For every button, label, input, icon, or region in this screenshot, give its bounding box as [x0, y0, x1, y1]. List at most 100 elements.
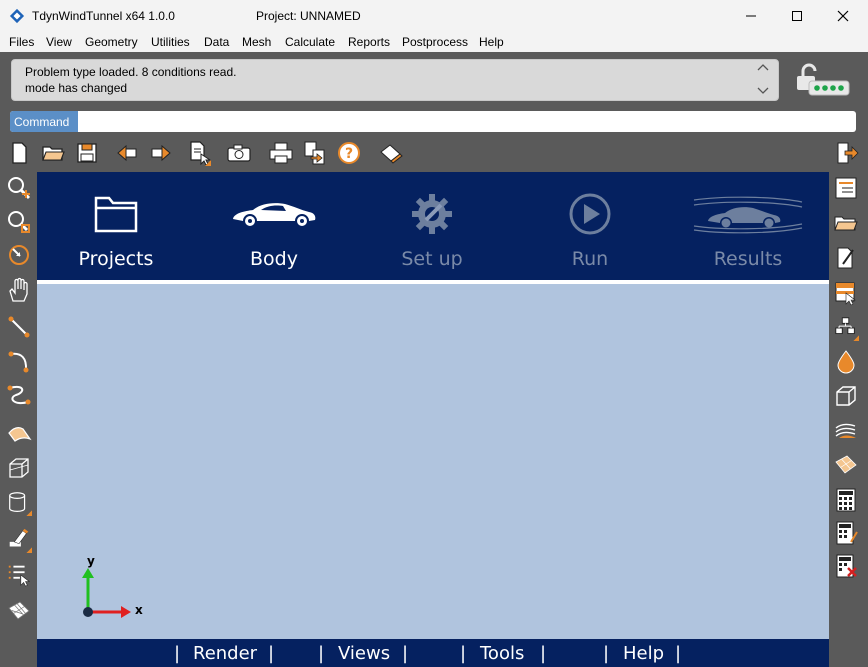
spline-tool-icon[interactable]: [6, 382, 32, 408]
print-icon[interactable]: [268, 140, 294, 166]
folder-browse-icon[interactable]: [833, 210, 859, 236]
axis-triad: y x: [82, 554, 143, 618]
tab-setup[interactable]: Set up: [353, 172, 511, 280]
layers-icon[interactable]: [833, 418, 859, 444]
help-icon[interactable]: ?: [336, 140, 362, 166]
eraser-icon[interactable]: [378, 140, 404, 166]
wizard-panel: Projects Body Set up Run Results: [37, 172, 829, 280]
tab-results[interactable]: Results: [669, 172, 827, 280]
line-tool-icon[interactable]: [6, 314, 32, 340]
camera-icon[interactable]: [226, 140, 252, 166]
app-logo-icon: [9, 8, 25, 24]
rotate-icon[interactable]: [6, 242, 32, 268]
list-select-icon[interactable]: [6, 562, 32, 588]
separator: |: [603, 643, 610, 664]
mesh-surface-icon[interactable]: [833, 452, 859, 478]
edit-tool-icon[interactable]: [6, 527, 32, 553]
command-label: Command: [10, 111, 78, 132]
open-folder-icon[interactable]: [40, 140, 66, 166]
tab-label: Run: [571, 248, 609, 270]
folder-icon: [94, 196, 138, 233]
separator: |: [402, 643, 409, 664]
menu-geometry[interactable]: Geometry: [85, 35, 138, 49]
title-bar: TdynWindTunnel x64 1.0.0 Project: UNNAME…: [0, 0, 868, 32]
project-title: Project: UNNAMED: [256, 9, 361, 23]
scroll-up-icon[interactable]: [756, 62, 770, 74]
edit-document-icon[interactable]: [833, 245, 859, 271]
import-export-icon[interactable]: [302, 140, 328, 166]
message-line: Problem type loaded. 8 conditions read.: [25, 65, 237, 79]
separator: |: [318, 643, 325, 664]
scroll-down-icon[interactable]: [756, 84, 770, 96]
render-menu[interactable]: Render: [193, 643, 257, 664]
menu-postprocess[interactable]: Postprocess: [402, 35, 468, 49]
car-flow-icon: [693, 196, 803, 234]
maximize-button[interactable]: [774, 0, 820, 32]
minimize-icon: [746, 15, 756, 17]
x-axis-label: x: [135, 603, 143, 617]
calculator-options-icon[interactable]: [833, 520, 859, 546]
tab-run[interactable]: Run: [511, 172, 669, 280]
mesh-icon[interactable]: [6, 598, 32, 624]
menu-files[interactable]: Files: [9, 35, 34, 49]
select-list-icon[interactable]: [186, 140, 212, 166]
menu-data[interactable]: Data: [204, 35, 229, 49]
volume-tool-icon[interactable]: [6, 455, 32, 481]
separator: |: [675, 643, 682, 664]
calculator-cancel-icon[interactable]: [833, 553, 859, 579]
menu-mesh[interactable]: Mesh: [242, 35, 271, 49]
tab-label: Results: [713, 248, 783, 270]
material-drop-icon[interactable]: [833, 348, 859, 374]
bottom-toolbar: | Render | | Views | | Tools | | Help |: [37, 639, 829, 667]
hierarchy-icon[interactable]: [833, 315, 859, 341]
cylinder-tool-icon[interactable]: [6, 490, 32, 516]
previous-icon[interactable]: [114, 140, 140, 166]
command-bar: Command: [10, 111, 856, 132]
tab-label: Body: [250, 248, 298, 270]
separator: |: [540, 643, 547, 664]
conditions-select-icon[interactable]: [833, 280, 859, 306]
pan-hand-icon[interactable]: [6, 277, 32, 303]
message-log[interactable]: Problem type loaded. 8 conditions read. …: [11, 59, 779, 101]
unlock-icon[interactable]: [795, 63, 851, 97]
tab-body[interactable]: Body: [195, 172, 353, 280]
surface-tool-icon[interactable]: [6, 420, 32, 446]
car-icon: [233, 203, 316, 226]
menu-utilities[interactable]: Utilities: [151, 35, 190, 49]
calculator-icon[interactable]: [833, 487, 859, 513]
play-icon: [569, 193, 611, 235]
menu-help[interactable]: Help: [479, 35, 504, 49]
next-icon[interactable]: [148, 140, 174, 166]
message-line: mode has changed: [25, 81, 128, 95]
y-axis-label: y: [87, 554, 95, 568]
separator: |: [460, 643, 467, 664]
zoom-in-icon[interactable]: [6, 175, 32, 201]
tab-label: Set up: [401, 248, 463, 270]
separator: |: [268, 643, 275, 664]
close-button[interactable]: [820, 0, 866, 32]
minimize-button[interactable]: [728, 0, 774, 32]
help-menu[interactable]: Help: [623, 643, 664, 664]
tab-projects[interactable]: Projects: [37, 172, 195, 280]
app-title: TdynWindTunnel x64 1.0.0: [32, 9, 175, 23]
save-icon[interactable]: [74, 140, 100, 166]
maximize-icon: [792, 11, 802, 21]
separator: |: [174, 643, 181, 664]
graphics-viewport[interactable]: y x: [37, 284, 829, 639]
exit-icon[interactable]: [834, 140, 860, 166]
menu-reports[interactable]: Reports: [348, 35, 390, 49]
menu-view[interactable]: View: [46, 35, 72, 49]
tab-label: Projects: [78, 248, 154, 270]
command-input[interactable]: [80, 112, 850, 131]
zoom-frame-icon[interactable]: [6, 209, 32, 235]
gear-wrench-icon: [412, 194, 452, 234]
views-menu[interactable]: Views: [338, 643, 390, 664]
arc-tool-icon[interactable]: [6, 348, 32, 374]
tools-menu[interactable]: Tools: [480, 643, 524, 664]
box-volume-icon[interactable]: [833, 383, 859, 409]
menu-bar: Files View Geometry Utilities Data Mesh …: [0, 32, 868, 52]
close-icon: [837, 10, 849, 22]
data-tree-icon[interactable]: [833, 175, 859, 201]
menu-calculate[interactable]: Calculate: [285, 35, 335, 49]
new-file-icon[interactable]: [6, 140, 32, 166]
